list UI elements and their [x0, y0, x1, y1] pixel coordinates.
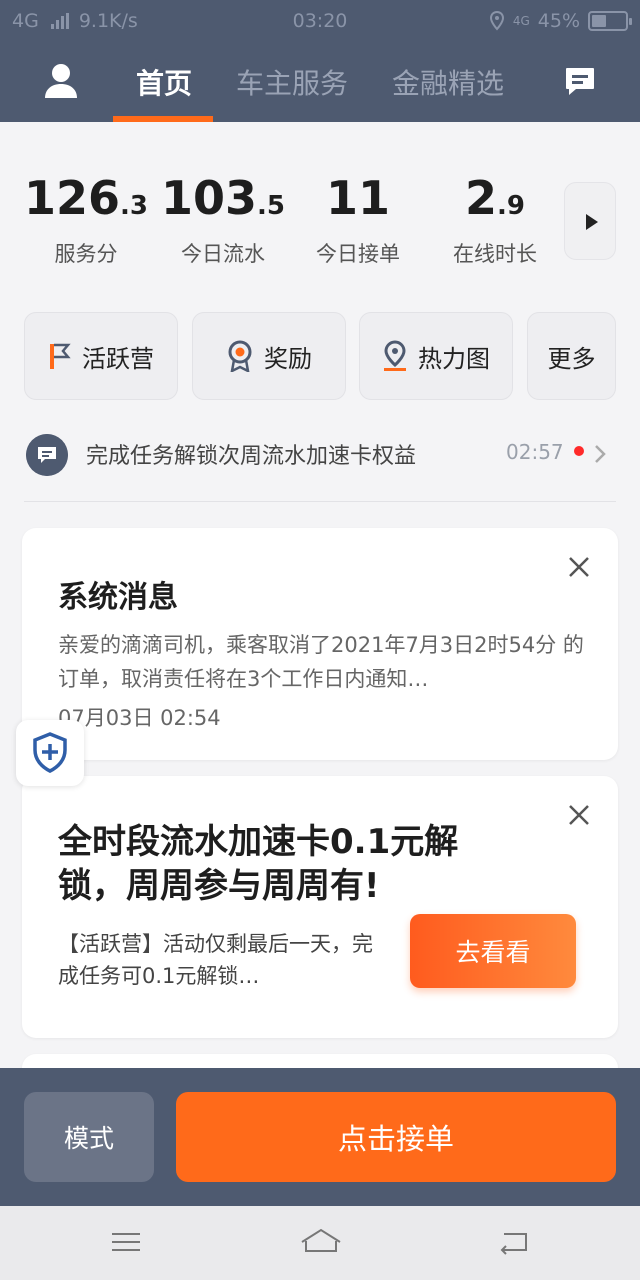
- tab-finance[interactable]: 金融精选: [392, 62, 504, 102]
- quick-link-activity-camp[interactable]: 活跃营: [24, 312, 178, 400]
- quick-link-more[interactable]: 更多: [527, 312, 616, 400]
- stat-service-score[interactable]: 126.3 服务分: [18, 170, 154, 268]
- close-icon[interactable]: [566, 554, 592, 580]
- view-promo-button[interactable]: 去看看: [410, 914, 576, 988]
- mode-button[interactable]: 模式: [24, 1092, 154, 1182]
- stat-today-orders[interactable]: 11 今日接单: [290, 170, 426, 268]
- stat-today-revenue[interactable]: 103.5 今日流水: [155, 170, 291, 268]
- system-message-card[interactable]: 系统消息 亲爱的滴滴司机，乘客取消了2021年7月3日2时54分 的订单，取消责…: [22, 528, 618, 760]
- promo-card[interactable]: 全时段流水加速卡0.1元解锁，周周参与周周有! 【活跃营】活动仅剩最后一天，完成…: [22, 776, 618, 1038]
- stat-value-int: 11: [325, 171, 390, 225]
- quick-link-rewards[interactable]: 奖励: [192, 312, 346, 400]
- quick-link-heatmap[interactable]: 热力图: [359, 312, 513, 400]
- notice-text: 完成任务解锁次周流水加速卡权益: [86, 444, 417, 469]
- stat-label: 今日接单: [316, 242, 400, 266]
- play-arrow-icon: [586, 214, 598, 230]
- stat-label: 今日流水: [181, 242, 265, 266]
- promo-title: 全时段流水加速卡0.1元解锁，周周参与周周有!: [58, 822, 459, 906]
- card-body: 亲爱的滴滴司机，乘客取消了2021年7月3日2时54分 的订单，取消责任将在3个…: [58, 633, 584, 691]
- medal-icon: [228, 340, 252, 372]
- top-nav: 首页 车主服务 金融精选: [0, 44, 640, 122]
- quick-link-label: 奖励: [264, 344, 312, 373]
- status-bar: 4G 9.1K/s 03:20 4G 45%: [0, 0, 640, 44]
- tab-owner-services[interactable]: 车主服务: [236, 62, 348, 102]
- quick-link-label: 活跃营: [82, 344, 154, 373]
- location-icon: [489, 11, 504, 31]
- quick-link-label: 热力图: [418, 344, 490, 373]
- battery-percent: 45%: [537, 10, 580, 32]
- chat-bubble-icon: [26, 434, 68, 476]
- unread-dot: [574, 446, 584, 456]
- network-type-right: 4G: [512, 14, 530, 28]
- stat-value-dec: .3: [120, 191, 148, 221]
- home-icon[interactable]: [300, 1226, 342, 1258]
- message-icon[interactable]: [564, 66, 596, 96]
- stat-value-int: 126: [24, 171, 121, 225]
- flag-icon: [50, 343, 71, 369]
- location-pin-icon: [384, 340, 406, 371]
- menu-icon[interactable]: [108, 1226, 144, 1258]
- stat-online-hours[interactable]: 2.9 在线时长: [427, 170, 563, 268]
- stat-value-int: 2: [465, 171, 498, 225]
- person-icon[interactable]: [42, 62, 80, 100]
- safety-shield-button[interactable]: [16, 720, 84, 786]
- accept-orders-button[interactable]: 点击接单: [176, 1092, 616, 1182]
- bottom-action-bar: 模式 点击接单: [0, 1068, 640, 1206]
- system-nav-bar: [0, 1206, 640, 1280]
- card-title: 系统消息: [58, 580, 178, 615]
- stat-value-dec: .9: [497, 191, 525, 221]
- tab-home[interactable]: 首页: [136, 62, 192, 102]
- stat-label: 在线时长: [453, 242, 537, 266]
- stat-value-int: 103: [161, 171, 258, 225]
- chevron-right-icon: [595, 445, 606, 463]
- stat-value-dec: .5: [257, 191, 285, 221]
- notice-time: 02:57: [506, 440, 564, 464]
- close-icon[interactable]: [566, 802, 592, 828]
- battery-icon: [588, 11, 632, 31]
- quick-link-label: 更多: [547, 344, 596, 373]
- stats-expand-button[interactable]: [564, 182, 616, 260]
- shield-plus-icon: [33, 732, 67, 773]
- back-icon[interactable]: [496, 1226, 532, 1258]
- notice-banner[interactable]: 完成任务解锁次周流水加速卡权益 02:57: [24, 420, 616, 502]
- stat-label: 服务分: [54, 242, 118, 266]
- active-tab-indicator: [113, 116, 213, 122]
- promo-desc: 【活跃营】活动仅剩最后一天，完成任务可0.1元解锁…: [58, 932, 373, 988]
